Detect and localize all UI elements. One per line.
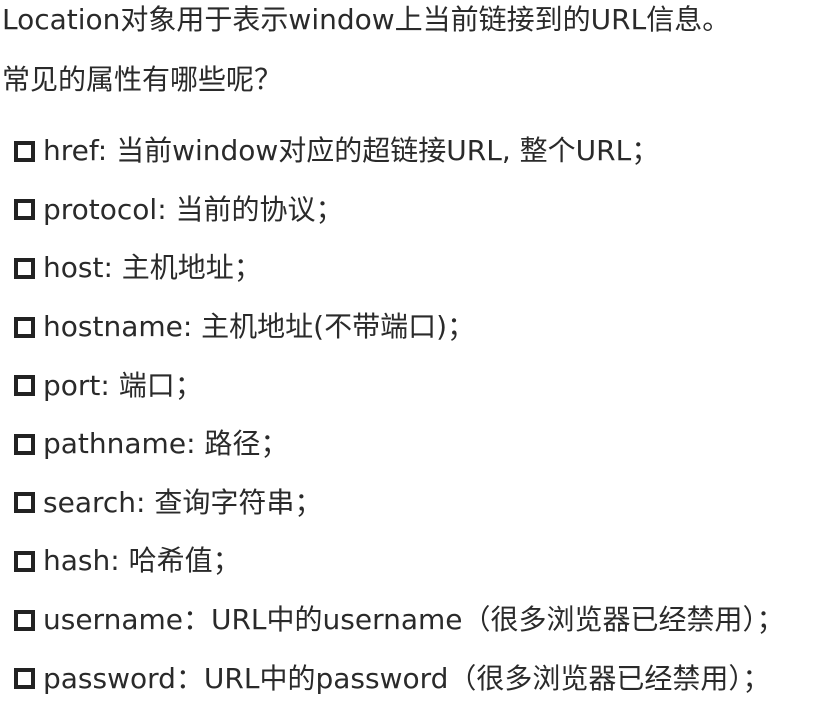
list-item-protocol: protocol: 当前的协议； (14, 181, 785, 240)
square-bullet-icon (14, 609, 35, 631)
list-item-username: username：URL中的username（很多浏览器已经禁用）； (14, 591, 785, 650)
property-list: href: 当前window对应的超链接URL, 整个URL； protocol… (14, 122, 785, 708)
square-bullet-icon (14, 375, 35, 397)
list-item-pathname: pathname: 路径； (14, 415, 785, 474)
list-item-text: username：URL中的username（很多浏览器已经禁用）； (43, 603, 785, 637)
intro-sentence: Location对象用于表示window上当前链接到的URL信息。 (2, 3, 731, 36)
square-bullet-icon (14, 492, 35, 514)
square-bullet-icon (14, 199, 35, 221)
list-item-hash: hash: 哈希值； (14, 532, 785, 591)
square-bullet-icon (14, 550, 35, 572)
list-item-text: host: 主机地址； (43, 251, 262, 285)
list-item-href: href: 当前window对应的超链接URL, 整个URL； (14, 122, 785, 181)
list-item-text: search: 查询字符串； (43, 485, 323, 519)
list-item-text: href: 当前window对应的超链接URL, 整个URL； (43, 134, 660, 168)
square-bullet-icon (14, 316, 35, 338)
square-bullet-icon (14, 140, 35, 162)
list-item-hostname: hostname: 主机地址(不带端口)； (14, 298, 785, 357)
list-item-text: pathname: 路径； (43, 427, 289, 461)
list-item-text: hash: 哈希值； (43, 544, 241, 578)
square-bullet-icon (14, 433, 35, 455)
list-item-search: search: 查询字符串； (14, 474, 785, 533)
square-bullet-icon (14, 257, 35, 279)
list-item-text: port: 端口； (43, 368, 203, 402)
intro-question: 常见的属性有哪些呢？ (2, 63, 283, 96)
list-item-password: password：URL中的password（很多浏览器已经禁用）； (14, 649, 785, 708)
list-item-text: protocol: 当前的协议； (43, 192, 344, 226)
list-item-port: port: 端口； (14, 356, 785, 415)
list-item-host: host: 主机地址； (14, 239, 785, 298)
list-item-text: hostname: 主机地址(不带端口)； (43, 310, 476, 344)
square-bullet-icon (14, 668, 35, 690)
list-item-text: password：URL中的password（很多浏览器已经禁用）； (43, 661, 771, 695)
